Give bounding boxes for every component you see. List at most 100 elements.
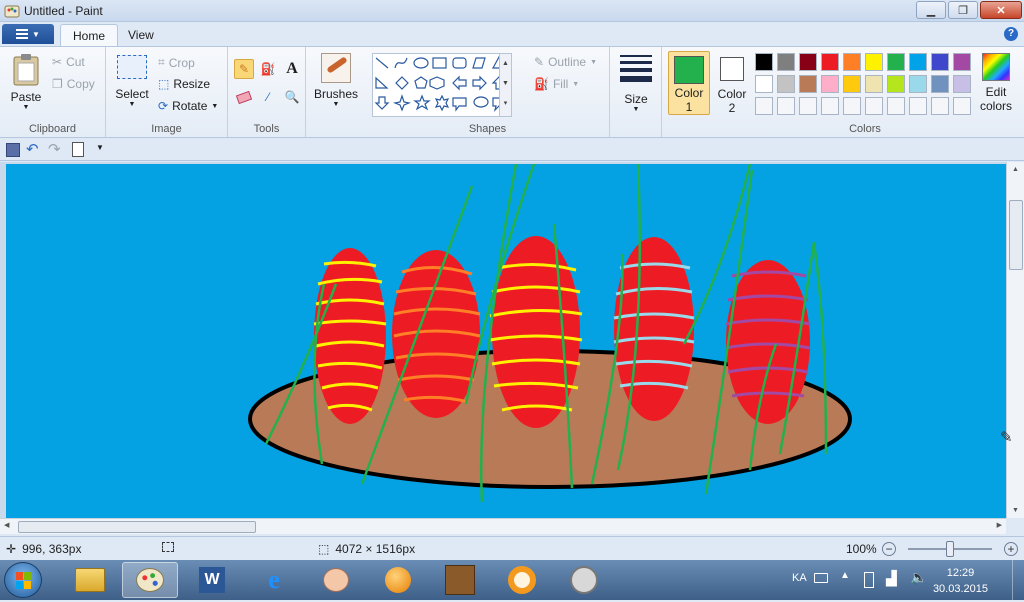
show-hidden-icons[interactable]: ▲ xyxy=(840,570,850,581)
copy-label: Copy xyxy=(66,77,95,91)
palette-swatch[interactable] xyxy=(953,75,971,93)
palette-swatch[interactable] xyxy=(865,75,883,93)
taskbar-internet-explorer[interactable]: e xyxy=(246,562,302,598)
paint-menu-button[interactable]: ▼ xyxy=(2,24,54,44)
volume-icon[interactable]: 🔈 xyxy=(910,569,927,586)
scroll-left-icon[interactable]: ◀ xyxy=(4,521,9,529)
taskbar-app-orange[interactable] xyxy=(370,562,426,598)
orange-ring-icon xyxy=(508,566,536,594)
palette-swatch[interactable] xyxy=(843,53,861,71)
taskbar: W e KA ▲ ▟ 🔈 12:29 30.03.2015 xyxy=(0,560,1024,600)
paint-app-icon[interactable] xyxy=(4,3,20,19)
size-button[interactable]: Size ▼ xyxy=(618,55,654,113)
color-picker-tool[interactable]: ⁄ xyxy=(258,87,278,107)
battery-icon[interactable] xyxy=(864,572,874,588)
minimize-button[interactable]: ▁ xyxy=(916,1,946,19)
language-indicator[interactable]: KA xyxy=(792,572,807,584)
palette-swatch[interactable] xyxy=(865,53,883,71)
word-icon: W xyxy=(199,567,225,593)
taskbar-app-ring[interactable] xyxy=(494,562,550,598)
taskbar-app-bear[interactable] xyxy=(432,562,488,598)
palette-swatch[interactable] xyxy=(755,53,773,71)
palette-swatch-empty[interactable] xyxy=(909,97,927,115)
palette-swatch[interactable] xyxy=(887,53,905,71)
palette-swatch-empty[interactable] xyxy=(931,97,949,115)
magnifier-tool[interactable]: 🔍 xyxy=(282,87,302,107)
scroll-down-icon[interactable]: ▼ xyxy=(1007,507,1024,514)
edit-colors-button[interactable]: Edit colors xyxy=(976,53,1016,113)
close-button[interactable]: ✕ xyxy=(980,1,1022,19)
palette-swatch[interactable] xyxy=(909,75,927,93)
tab-home[interactable]: Home xyxy=(60,24,119,46)
palette-swatch-empty[interactable] xyxy=(865,97,883,115)
taskbar-app-gray[interactable] xyxy=(556,562,612,598)
palette-swatch-empty[interactable] xyxy=(843,97,861,115)
horizontal-scrollbar[interactable]: ◀ ▶ xyxy=(0,518,1006,534)
crop-button[interactable]: ⌗ Crop xyxy=(158,55,195,70)
palette-swatch-empty[interactable] xyxy=(953,97,971,115)
palette-swatch[interactable] xyxy=(931,53,949,71)
color2-button[interactable]: Color 2 xyxy=(714,51,750,115)
palette-swatch[interactable] xyxy=(755,75,773,93)
palette-swatch-empty[interactable] xyxy=(777,97,795,115)
zoom-out-button[interactable]: − xyxy=(882,542,896,556)
palette-swatch-empty[interactable] xyxy=(821,97,839,115)
horizontal-scroll-thumb[interactable] xyxy=(18,521,256,533)
fill-button[interactable]: ⛽ Fill ▼ xyxy=(534,77,579,91)
palette-swatch[interactable] xyxy=(777,53,795,71)
customize-toolbar-icon[interactable]: ▼ xyxy=(96,143,104,152)
show-desktop-button[interactable] xyxy=(1012,560,1024,600)
new-file-icon[interactable] xyxy=(72,142,84,157)
zoom-slider-thumb[interactable] xyxy=(946,541,954,557)
palette-swatch[interactable] xyxy=(799,53,817,71)
scroll-right-icon[interactable]: ▶ xyxy=(997,521,1002,529)
undo-icon[interactable]: ↶ xyxy=(26,140,39,158)
palette-swatch-empty[interactable] xyxy=(755,97,773,115)
cut-button[interactable]: ✂ Cut xyxy=(52,55,85,69)
keyboard-icon[interactable] xyxy=(814,573,828,583)
palette-swatch[interactable] xyxy=(843,75,861,93)
text-tool[interactable]: A xyxy=(282,59,302,79)
start-button[interactable] xyxy=(4,562,42,598)
scroll-up-icon[interactable]: ▲ xyxy=(1007,166,1024,173)
folder-icon xyxy=(75,568,105,592)
taskbar-word[interactable]: W xyxy=(184,562,240,598)
help-icon[interactable]: ? xyxy=(1004,27,1018,41)
maximize-button[interactable]: ❐ xyxy=(948,1,978,19)
taskbar-explorer[interactable] xyxy=(62,562,118,598)
resize-button[interactable]: ⬚ Resize xyxy=(158,77,210,91)
palette-swatch[interactable] xyxy=(909,53,927,71)
shapes-scroll[interactable]: ▲ ▼ ▾ xyxy=(499,54,511,116)
tab-view[interactable]: View xyxy=(116,24,166,46)
redo-icon[interactable]: ↷ xyxy=(48,140,61,158)
network-icon[interactable]: ▟ xyxy=(886,570,897,587)
palette-swatch[interactable] xyxy=(887,75,905,93)
eraser-tool[interactable] xyxy=(234,87,254,107)
rotate-button[interactable]: ⟳ Rotate ▼ xyxy=(158,99,218,113)
palette-swatch-empty[interactable] xyxy=(799,97,817,115)
taskbar-paint[interactable] xyxy=(122,562,178,598)
save-icon[interactable] xyxy=(6,143,20,157)
palette-swatch[interactable] xyxy=(821,53,839,71)
palette-swatch[interactable] xyxy=(953,53,971,71)
taskbar-app-character[interactable] xyxy=(308,562,364,598)
vertical-scroll-thumb[interactable] xyxy=(1009,200,1023,270)
zoom-in-button[interactable]: + xyxy=(1004,542,1018,556)
pencil-tool[interactable]: ✎ xyxy=(234,59,254,79)
copy-button[interactable]: ❐ Copy xyxy=(52,77,95,91)
fill-tool[interactable]: ⛽ xyxy=(258,59,278,79)
brushes-button[interactable]: Brushes ▼ xyxy=(312,53,360,108)
palette-swatch[interactable] xyxy=(931,75,949,93)
select-button[interactable]: Select ▼ xyxy=(112,55,152,108)
restore-icon: ❐ xyxy=(958,4,968,17)
drawing-canvas[interactable] xyxy=(6,164,1006,518)
paste-button[interactable]: Paste ▼ xyxy=(6,53,46,111)
palette-swatch[interactable] xyxy=(799,75,817,93)
color1-button[interactable]: Color 1 xyxy=(668,51,710,115)
palette-swatch[interactable] xyxy=(821,75,839,93)
clock[interactable]: 12:29 30.03.2015 xyxy=(933,565,988,597)
palette-swatch-empty[interactable] xyxy=(887,97,905,115)
outline-button[interactable]: ✎ Outline ▼ xyxy=(534,55,597,69)
palette-swatch[interactable] xyxy=(777,75,795,93)
vertical-scrollbar[interactable]: ▲ ▼ xyxy=(1006,162,1024,518)
